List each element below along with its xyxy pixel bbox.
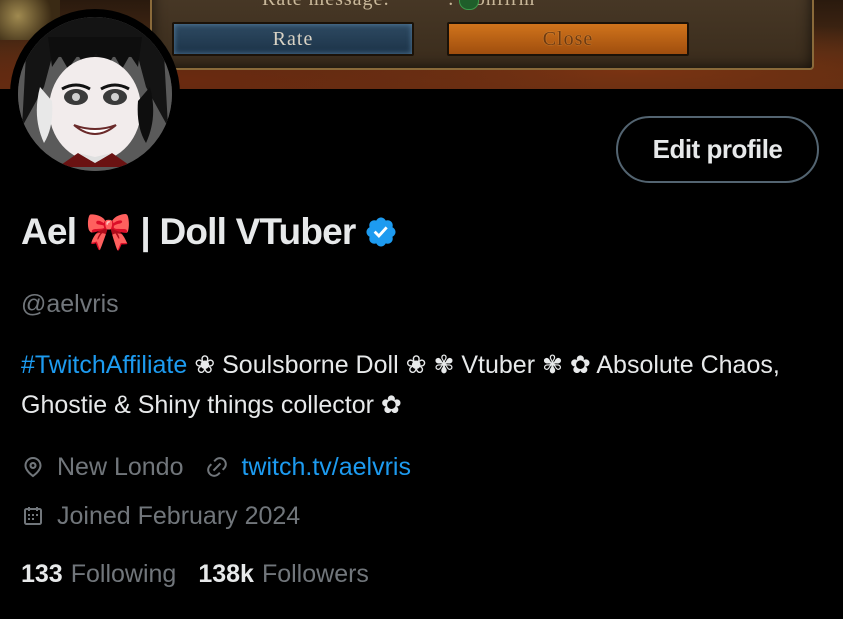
profile-joined-date: Joined February 2024 [57, 501, 301, 530]
following-label: Following [70, 559, 177, 588]
profile-bio: #TwitchAffiliate ❀ Soulsborne Doll ❀ ✾ V… [21, 345, 821, 425]
bio-hashtag-link[interactable]: #TwitchAffiliate [21, 351, 187, 379]
banner-rate-button: Rate [172, 22, 414, 56]
followers-link[interactable]: 138k Followers [198, 560, 369, 589]
followers-label: Followers [261, 559, 369, 588]
link-icon [207, 457, 228, 477]
verified-badge-icon[interactable] [364, 215, 398, 249]
banner-close-button: Close [447, 22, 689, 56]
display-name: Ael 🎀 | Doll VTuber [21, 210, 356, 252]
profile-website-link[interactable]: twitch.tv/aelvris [241, 453, 410, 482]
avatar-image [18, 17, 172, 171]
profile-joined-row: Joined February 2024 [21, 500, 300, 532]
calendar-icon [24, 507, 42, 525]
location-pin-icon [24, 457, 42, 478]
following-link[interactable]: 133 Following [21, 560, 176, 589]
profile-meta-row: New Londo twitch.tv/aelvris [21, 451, 411, 483]
avatar[interactable] [10, 9, 180, 179]
profile-stats-row: 133 Following 138k Followers [21, 558, 369, 590]
edit-profile-button[interactable]: Edit profile [616, 116, 819, 183]
profile-location: New Londo [57, 452, 184, 481]
following-count: 133 [21, 559, 63, 588]
followers-count: 138k [198, 559, 254, 588]
profile-handle: @aelvris [21, 290, 119, 318]
banner-prompt-text: Rate message: : Confirm [262, 0, 535, 11]
profile-name-row: Ael 🎀 | Doll VTuber [21, 206, 398, 258]
